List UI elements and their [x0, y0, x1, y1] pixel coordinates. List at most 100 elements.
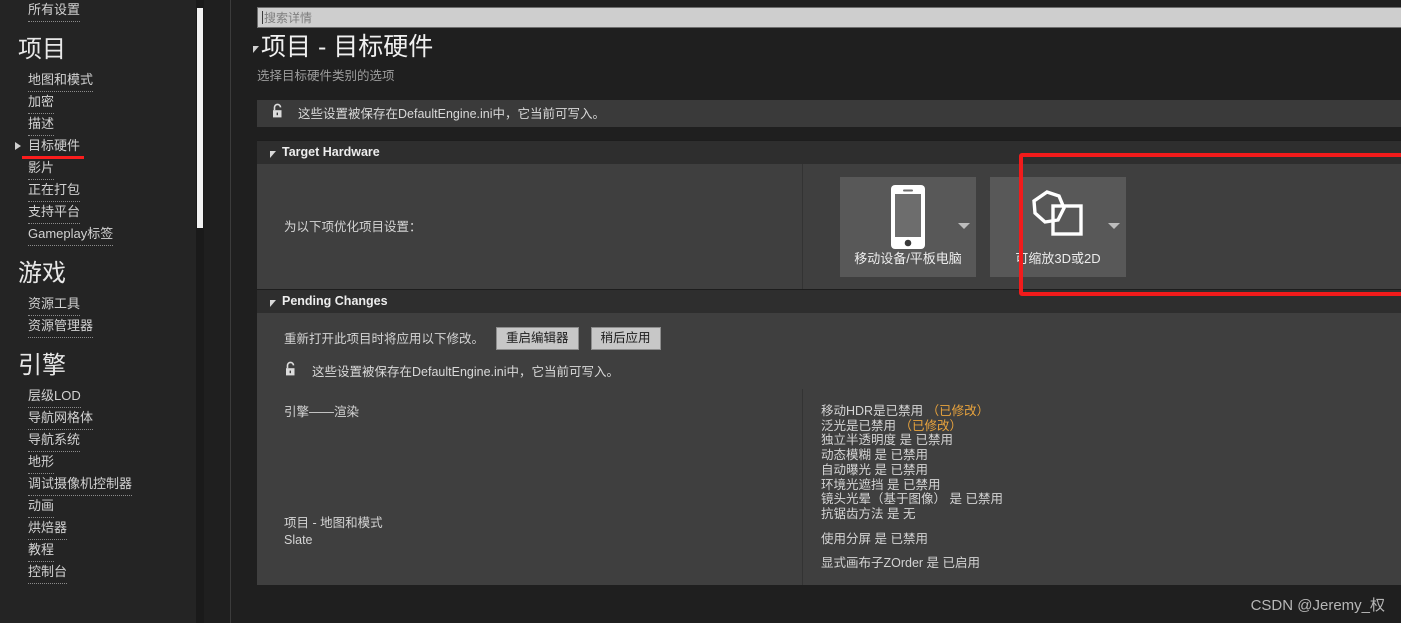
ini-file-notice-banner: 这些设置被保存在DefaultEngine.ini中，它当前可写入。 [257, 100, 1401, 127]
sidebar-item-hierarchical-lod[interactable]: 层级LOD [28, 386, 81, 408]
sidebar-row: 导航网格体 [0, 408, 196, 430]
sidebar-item-gameplay-tags[interactable]: Gameplay标签 [28, 224, 114, 246]
pending-notice-row: 重新打开此项目时将应用以下修改。 重启编辑器 稍后应用 [257, 313, 1401, 350]
sidebar-group-title-project: 项目 [18, 36, 66, 63]
sidebar-scrollbar-thumb[interactable] [197, 8, 203, 228]
sidebar-row: 烘焙器 [0, 518, 196, 540]
device-card-mobile-tablet[interactable]: 移动设备/平板电脑 [840, 176, 976, 277]
scalable-3d-2d-icon [1025, 183, 1091, 251]
page-header: 项目 - 目标硬件 选择目标硬件类别的选项 [253, 32, 433, 84]
sidebar-item-navigation-mesh[interactable]: 导航网格体 [28, 408, 94, 430]
change-item-text: 泛光是已禁用 [821, 418, 897, 433]
sidebar-item-navigation-system[interactable]: 导航系统 [28, 430, 81, 452]
change-item: 使用分屏 是 已禁用 [821, 531, 928, 546]
search-placeholder: 搜索详情 [264, 10, 313, 25]
change-item: 独立半透明度 是 已禁用 [821, 433, 953, 448]
sidebar-row: 支持平台 [0, 202, 196, 224]
pending-changes-section: Pending Changes 重新打开此项目时将应用以下修改。 重启编辑器 稍… [257, 289, 1401, 586]
optimize-for-row: 为以下项优化项目设置： 移动设备/平板电脑 可缩放3D或2D [257, 164, 1401, 289]
chevron-down-icon[interactable] [1108, 222, 1120, 229]
pending-changes-labels: 引擎——渲染 项目 - 地图和模式 Slate [257, 404, 802, 571]
restart-editor-button[interactable]: 重启编辑器 [496, 327, 579, 350]
target-hardware-section-header[interactable]: Target Hardware [257, 140, 1401, 164]
page-subtitle: 选择目标硬件类别的选项 [257, 69, 395, 83]
sidebar-item-maps-and-modes[interactable]: 地图和模式 [28, 70, 94, 92]
sidebar-row: 正在打包 [0, 180, 196, 202]
search-input[interactable]: 搜索详情 [257, 7, 1401, 28]
pending-changes-section-header[interactable]: Pending Changes [257, 289, 1401, 313]
sidebar-row: 描述 [0, 114, 196, 136]
column-divider [802, 389, 803, 586]
sidebar-group-title-game: 游戏 [18, 260, 66, 287]
sidebar-item-packaging[interactable]: 正在打包 [28, 180, 81, 202]
sidebar-row: 动画 [0, 496, 196, 518]
sidebar-item-cooker[interactable]: 烘焙器 [28, 518, 68, 540]
change-item: 泛光是已禁用 （已修改） [821, 419, 1003, 434]
settings-window: 所有设置 项目 地图和模式 加密 描述 目标硬件 影片 正在打包 支持平台 Ga… [0, 0, 1401, 623]
sidebar-item-all-settings[interactable]: 所有设置 [28, 0, 81, 22]
change-item: 自动曝光 是 已禁用 [821, 462, 928, 477]
chevron-down-icon[interactable] [958, 222, 970, 229]
change-item: 动态模糊 是 已禁用 [821, 448, 928, 463]
settings-main-panel: 搜索详情 项目 - 目标硬件 选择目标硬件类别的选项 这些设置被保存在Defau… [231, 0, 1401, 623]
device-card-scalable-3d-2d[interactable]: 可缩放3D或2D [990, 176, 1126, 277]
target-hardware-body: 为以下项优化项目设置： 移动设备/平板电脑 可缩放3D或2D [257, 164, 1401, 289]
unlocked-padlock-icon [284, 361, 299, 382]
settings-sidebar: 所有设置 项目 地图和模式 加密 描述 目标硬件 影片 正在打包 支持平台 Ga… [0, 0, 196, 623]
sidebar-item-landscape[interactable]: 地形 [28, 452, 55, 474]
sidebar-group-title-engine: 引擎 [18, 352, 66, 379]
sidebar-item-supported-platforms[interactable]: 支持平台 [28, 202, 81, 224]
sidebar-item-tutorials[interactable]: 教程 [28, 540, 55, 562]
ini-notice-text: 这些设置被保存在DefaultEngine.ini中，它当前可写入。 [312, 364, 620, 379]
sidebar-row: Gameplay标签 [0, 224, 196, 246]
device-card-label: 移动设备/平板电脑 [854, 250, 962, 266]
sidebar-item-description[interactable]: 描述 [28, 114, 55, 136]
sidebar-item-asset-tools[interactable]: 资源工具 [28, 294, 81, 316]
pending-changes-body: 重新打开此项目时将应用以下修改。 重启编辑器 稍后应用 这些设置被保存在Defa… [257, 313, 1401, 586]
mobile-tablet-icon [887, 183, 929, 251]
ini-notice-text: 这些设置被保存在DefaultEngine.ini中，它当前可写入。 [298, 106, 606, 121]
sidebar-item-asset-manager[interactable]: 资源管理器 [28, 316, 94, 338]
chevron-right-icon[interactable] [15, 142, 21, 150]
change-group-label: Slate [284, 533, 313, 547]
sidebar-row: 控制台 [0, 562, 196, 584]
column-divider [802, 164, 803, 289]
pending-ini-notice: 这些设置被保存在DefaultEngine.ini中，它当前可写入。 [284, 361, 1401, 382]
change-group-label: 项目 - 地图和模式 [284, 516, 383, 530]
change-item-text: 移动HDR是已禁用 [821, 404, 924, 418]
section-collapse-icon[interactable] [270, 151, 276, 158]
apply-later-button[interactable]: 稍后应用 [590, 327, 661, 350]
change-item: 环境光遮挡 是 已禁用 [821, 477, 941, 492]
sidebar-item-encryption[interactable]: 加密 [28, 92, 55, 114]
page-title-row: 项目 - 目标硬件 [253, 32, 433, 62]
text-caret [262, 11, 263, 24]
collapse-triangle-icon[interactable] [253, 45, 259, 53]
unlocked-padlock-icon [271, 103, 286, 124]
sidebar-item-debug-camera-controller[interactable]: 调试摄像机控制器 [28, 474, 133, 496]
section-collapse-icon[interactable] [270, 300, 276, 307]
sidebar-item-animation[interactable]: 动画 [28, 496, 55, 518]
device-card-label: 可缩放3D或2D [1015, 250, 1101, 266]
sidebar-item-movies[interactable]: 影片 [28, 158, 55, 180]
sidebar-row: 资源工具 [0, 294, 196, 316]
change-item: 抗锯齿方法 是 无 [821, 506, 916, 521]
sidebar-row: 地形 [0, 452, 196, 474]
change-item: 镜头光晕（基于图像） 是 已禁用 [821, 492, 1003, 507]
sidebar-item-console[interactable]: 控制台 [28, 562, 68, 584]
modified-badge: （已修改） [926, 404, 990, 418]
change-item: 移动HDR是已禁用 （已修改） [821, 404, 1003, 419]
sidebar-scrollbar[interactable] [196, 0, 204, 623]
sidebar-row: 加密 [0, 92, 196, 114]
optimize-for-label: 为以下项优化项目设置： [284, 219, 422, 234]
sidebar-item-target-hardware[interactable]: 目标硬件 [28, 136, 81, 158]
sidebar-row-target-hardware: 目标硬件 [0, 136, 196, 159]
sidebar-row: 地图和模式 [0, 70, 196, 92]
change-item: 显式画布子ZOrder 是 已启用 [821, 556, 981, 571]
sidebar-row: 层级LOD [0, 386, 196, 408]
sidebar-row: 导航系统 [0, 430, 196, 452]
sidebar-row: 教程 [0, 540, 196, 562]
page-title: 项目 - 目标硬件 [261, 33, 434, 61]
target-hardware-section: Target Hardware 为以下项优化项目设置： 移动设备/平板电脑 可缩… [257, 140, 1401, 289]
sidebar-row: 资源管理器 [0, 316, 196, 338]
pending-notice-text: 重新打开此项目时将应用以下修改。 [284, 331, 485, 346]
